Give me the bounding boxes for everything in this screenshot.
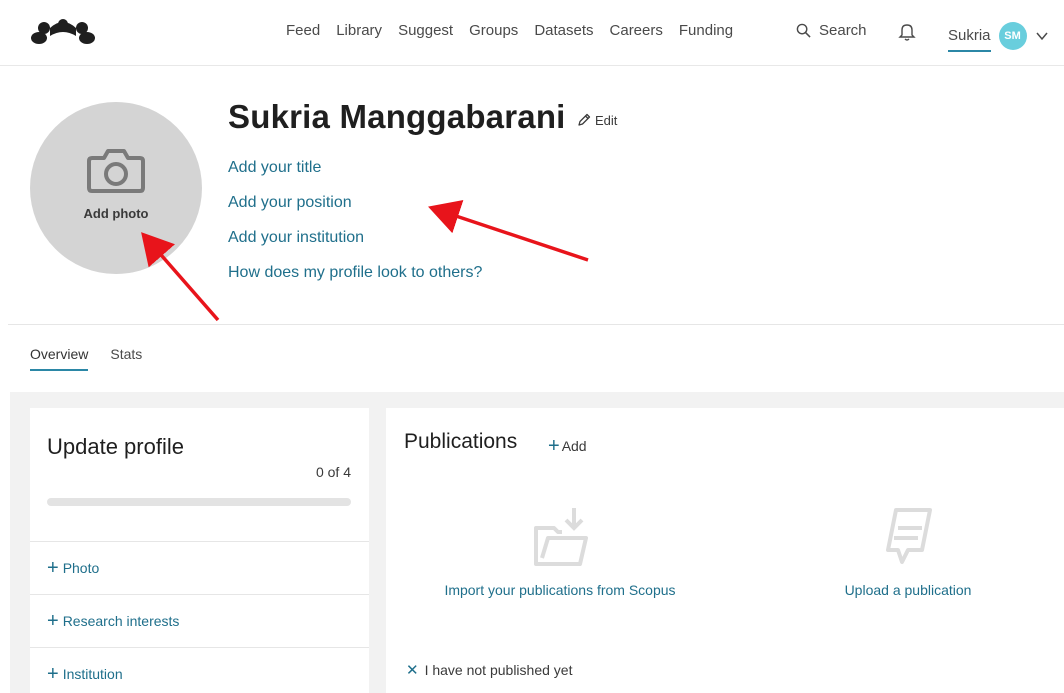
top-navigation-bar: Feed Library Suggest Groups Datasets Car… <box>0 0 1064 66</box>
add-photo-item[interactable]: + Photo <box>30 541 369 594</box>
add-position-link[interactable]: Add your position <box>228 193 482 228</box>
profile-progress-bar <box>47 498 351 506</box>
import-folder-icon <box>534 508 588 566</box>
update-profile-card: Update profile 0 of 4 + Photo + Research… <box>30 408 369 693</box>
todo-label: Photo <box>62 560 100 576</box>
search-button[interactable]: Search <box>796 22 867 39</box>
profile-progress-count: 0 of 4 <box>315 464 351 480</box>
profile-links: Add your title Add your position Add you… <box>228 158 482 298</box>
user-name: Sukria <box>948 27 991 52</box>
avatar: SM <box>998 22 1027 50</box>
import-scopus-button[interactable]: Import your publications from Scopus <box>426 504 694 598</box>
add-publication-label: Add <box>561 438 587 454</box>
mendeley-logo-icon[interactable] <box>30 18 96 46</box>
profile-tabs: Overview Stats <box>30 346 142 371</box>
notification-bell-icon[interactable] <box>898 22 916 42</box>
add-photo-button[interactable]: Add photo <box>30 102 202 274</box>
search-icon <box>796 23 811 38</box>
plus-icon: + <box>548 435 560 457</box>
publications-title: Publications <box>404 430 518 453</box>
not-published-option[interactable]: ✕ I have not published yet <box>406 661 572 679</box>
camera-icon <box>87 148 145 193</box>
add-research-interests-item[interactable]: + Research interests <box>30 594 369 647</box>
add-publication-button[interactable]: + Add <box>548 436 587 456</box>
tab-stats[interactable]: Stats <box>110 346 142 371</box>
user-menu[interactable]: Sukria SM <box>948 20 1049 52</box>
nav-funding[interactable]: Funding <box>679 22 733 39</box>
close-icon: ✕ <box>406 662 419 679</box>
add-institution-item[interactable]: + Institution <box>30 647 369 693</box>
edit-profile-button[interactable]: Edit <box>576 112 617 128</box>
nav-datasets[interactable]: Datasets <box>534 22 593 39</box>
upload-publication-label: Upload a publication <box>844 582 972 598</box>
import-scopus-label: Import your publications from Scopus <box>444 582 676 598</box>
todo-label: Research interests <box>62 613 180 629</box>
main-nav: Feed Library Suggest Groups Datasets Car… <box>286 22 749 39</box>
nav-suggest[interactable]: Suggest <box>398 22 453 39</box>
add-title-link[interactable]: Add your title <box>228 158 482 193</box>
upload-paper-icon <box>886 508 932 564</box>
tab-overview[interactable]: Overview <box>30 346 89 371</box>
profile-preview-link[interactable]: How does my profile look to others? <box>228 263 482 298</box>
todo-label: Institution <box>62 666 123 682</box>
update-profile-title: Update profile <box>47 434 184 459</box>
add-photo-label: Add photo <box>83 205 149 221</box>
nav-library[interactable]: Library <box>336 22 382 39</box>
plus-icon: + <box>47 610 59 632</box>
plus-icon: + <box>47 557 59 579</box>
search-label: Search <box>819 22 867 39</box>
profile-name: Sukria Manggabarani <box>228 98 566 135</box>
publications-card: Publications + Add Import your publicati… <box>386 408 1064 693</box>
edit-label: Edit <box>595 112 618 128</box>
pencil-icon <box>578 113 591 126</box>
plus-icon: + <box>47 663 59 685</box>
nav-careers[interactable]: Careers <box>610 22 663 39</box>
tabs-divider <box>8 324 1064 325</box>
nav-groups[interactable]: Groups <box>469 22 518 39</box>
upload-publication-button[interactable]: Upload a publication <box>816 504 1000 598</box>
nav-feed[interactable]: Feed <box>286 22 320 39</box>
chevron-down-icon <box>1035 32 1048 41</box>
not-published-label: I have not published yet <box>424 662 573 678</box>
add-institution-link[interactable]: Add your institution <box>228 228 482 263</box>
